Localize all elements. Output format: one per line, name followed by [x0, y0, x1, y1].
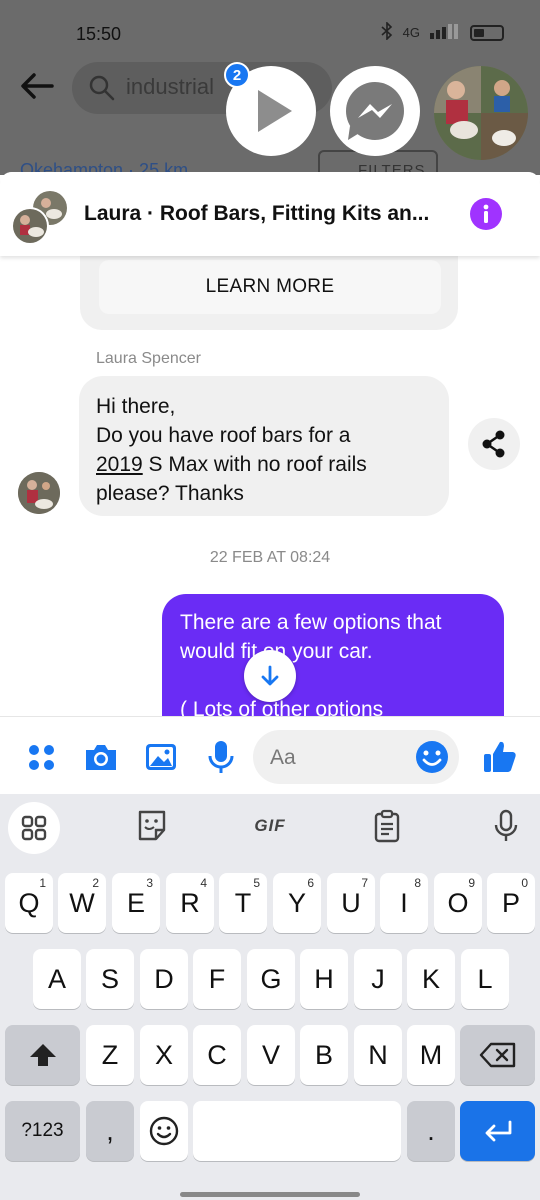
key-c[interactable]: C [193, 1025, 241, 1085]
key-a[interactable]: A [33, 949, 81, 1009]
key-k[interactable]: K [407, 949, 455, 1009]
key-n[interactable]: N [354, 1025, 402, 1085]
key-h[interactable]: H [300, 949, 348, 1009]
key-y[interactable]: Y6 [273, 873, 321, 933]
incoming-line-3-rest: S Max with no roof rails [142, 453, 367, 476]
learn-more-button[interactable]: LEARN MORE [99, 260, 441, 314]
enter-arrow-icon [485, 1120, 511, 1142]
microphone-icon[interactable] [203, 739, 239, 775]
incoming-line-1: Hi there, [96, 395, 176, 418]
home-indicator[interactable] [180, 1192, 360, 1197]
arrow-down-icon [261, 665, 279, 686]
shift-key[interactable] [5, 1025, 80, 1085]
key-v[interactable]: V [247, 1025, 295, 1085]
key-f[interactable]: F [193, 949, 241, 1009]
gif-button[interactable]: GIF [248, 808, 292, 844]
key-g[interactable]: G [247, 949, 295, 1009]
key-z[interactable]: Z [86, 1025, 134, 1085]
year-link[interactable]: 2019 [96, 453, 143, 476]
space-key[interactable] [193, 1101, 401, 1161]
key-i[interactable]: I8 [380, 873, 428, 933]
symbols-key[interactable]: ?123 [5, 1101, 80, 1161]
backspace-key[interactable] [460, 1025, 535, 1085]
clipboard-icon[interactable] [369, 808, 405, 844]
emoji-smile-icon [149, 1116, 179, 1146]
key-r[interactable]: R4 [166, 873, 214, 933]
key-s[interactable]: S [86, 949, 134, 1009]
shift-icon [29, 1044, 56, 1066]
incoming-line-2: Do you have roof bars for a [96, 424, 351, 447]
key-l[interactable]: L [461, 949, 509, 1009]
signal-icon [430, 23, 460, 42]
back-arrow-icon[interactable] [18, 66, 58, 106]
info-icon[interactable] [470, 198, 502, 230]
more-actions-icon[interactable] [24, 739, 60, 775]
status-time: 15:50 [76, 24, 122, 44]
message-composer: Aa [0, 716, 540, 794]
key-b[interactable]: B [300, 1025, 348, 1085]
key-u[interactable]: U7 [327, 873, 375, 933]
like-thumbs-up-icon[interactable] [482, 739, 518, 775]
comma-key[interactable]: , [86, 1101, 134, 1161]
share-button[interactable] [468, 418, 520, 470]
message-input-placeholder: Aa [270, 746, 296, 769]
status-bar: 15:50 4G [0, 0, 540, 70]
key-p[interactable]: P0 [487, 873, 535, 933]
outgoing-line-2: would fit on your car. [180, 640, 373, 663]
key-x[interactable]: X [140, 1025, 188, 1085]
incoming-message-text: Hi there, Do you have roof bars for a 20… [96, 392, 367, 508]
bluetooth-icon [381, 21, 393, 43]
camera-icon[interactable] [83, 739, 119, 775]
apps-grid-icon [21, 815, 47, 841]
network-label: 4G [402, 25, 420, 40]
outgoing-message-text: There are a few options that would fit o… [180, 608, 442, 724]
backspace-icon [479, 1042, 515, 1068]
keyboard: GIF Q1 W2 E3 R4 T5 Y6 U7 I8 O9 P0 A S D … [0, 794, 540, 1200]
key-o[interactable]: O9 [434, 873, 482, 933]
emoji-icon[interactable] [414, 739, 450, 775]
outgoing-line-1: There are a few options that [180, 611, 442, 634]
battery-icon [470, 24, 504, 41]
message-timestamp: 22 FEB AT 08:24 [209, 549, 331, 566]
incoming-line-4: please? Thanks [96, 482, 244, 505]
chat-window: Laura · Roof Bars, Fitting Kits an... LE… [0, 172, 540, 794]
chat-title: Laura · Roof Bars, Fitting Kits an... [84, 202, 430, 225]
unread-badge: 2 [224, 62, 250, 88]
emoji-key[interactable] [140, 1101, 188, 1161]
sticker-icon[interactable] [134, 808, 170, 844]
chat-header: Laura · Roof Bars, Fitting Kits an... [0, 172, 540, 256]
key-t[interactable]: T5 [219, 873, 267, 933]
key-d[interactable]: D [140, 949, 188, 1009]
key-j[interactable]: J [354, 949, 402, 1009]
sender-name: Laura Spencer [96, 350, 201, 367]
share-icon [482, 430, 505, 458]
enter-key[interactable] [460, 1101, 535, 1161]
sender-avatar[interactable] [18, 472, 60, 514]
period-key[interactable]: . [407, 1101, 455, 1161]
key-q[interactable]: Q1 [5, 873, 53, 933]
search-icon [88, 74, 116, 102]
voice-input-icon[interactable] [488, 808, 524, 844]
key-m[interactable]: M [407, 1025, 455, 1085]
contact-avatar-chat-head[interactable] [434, 66, 528, 160]
scroll-to-bottom-button[interactable] [244, 650, 296, 702]
incoming-line-3: 2019 S Max with no roof rails [96, 450, 367, 479]
group-avatar[interactable] [10, 186, 70, 246]
gallery-icon[interactable] [143, 739, 179, 775]
search-query: industrial [126, 74, 215, 99]
keyboard-apps-button[interactable] [8, 802, 60, 854]
status-icons: 4G [381, 21, 504, 43]
key-e[interactable]: E3 [112, 873, 160, 933]
key-w[interactable]: W2 [58, 873, 106, 933]
messenger-chat-head[interactable] [330, 66, 420, 156]
